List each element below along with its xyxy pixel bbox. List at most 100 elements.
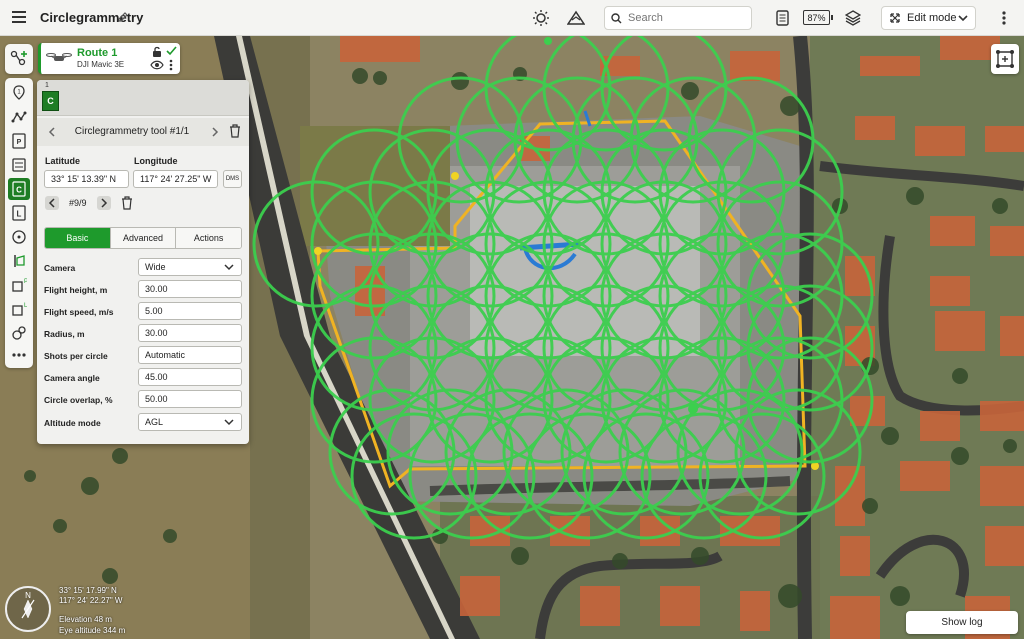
- camera-value: Wide: [145, 262, 166, 272]
- chevron-right-icon: [212, 127, 219, 137]
- cursor-latitude: 33° 15' 17.99" N: [59, 586, 117, 595]
- more-horizontal-icon[interactable]: [8, 344, 30, 366]
- shapes-icon[interactable]: [8, 322, 30, 344]
- building-l-icon[interactable]: L: [8, 298, 30, 320]
- radius-field[interactable]: 30.00: [138, 324, 242, 342]
- circlegrammetry-tool-icon[interactable]: C: [8, 178, 30, 200]
- circlegrammetry-panel: 1 C Circlegrammetry tool #1/1 Latitude L…: [37, 80, 249, 444]
- battery-indicator: 87%: [803, 10, 833, 25]
- camera-select[interactable]: Wide: [138, 258, 242, 276]
- cursor-longitude: 117° 24' 22.27" W: [59, 596, 123, 605]
- tab-basic[interactable]: Basic: [45, 228, 111, 248]
- dms-toggle-button[interactable]: DMS: [223, 170, 242, 188]
- route-node-icon: [996, 50, 1014, 68]
- add-route-button[interactable]: [5, 44, 33, 74]
- terrain-icon[interactable]: [565, 7, 587, 29]
- latitude-field[interactable]: 33° 15' 13.39" N: [44, 170, 129, 188]
- add-waypoint-button[interactable]: [991, 44, 1019, 74]
- search-icon: [611, 12, 622, 23]
- point-prev-button[interactable]: [45, 196, 59, 210]
- elevation-readout: Elevation 48 m Eye altitude 344 m: [59, 614, 125, 636]
- route-more-icon[interactable]: [169, 59, 173, 71]
- search-box[interactable]: [604, 6, 752, 30]
- top-bar: Circlegrammetry 87% Edit mode: [0, 0, 1024, 36]
- chevron-left-icon: [48, 198, 55, 208]
- svg-text:P: P: [17, 139, 22, 146]
- longitude-field[interactable]: 117° 24' 27.25" W: [133, 170, 218, 188]
- trash-icon[interactable]: [229, 124, 241, 138]
- linear-tool-icon[interactable]: L: [8, 202, 30, 224]
- facade-icon[interactable]: [8, 250, 30, 272]
- svg-text:P: P: [24, 279, 27, 285]
- chevron-down-icon: [224, 264, 234, 271]
- document-icon[interactable]: [773, 7, 791, 29]
- mode-label: Edit mode: [907, 12, 957, 24]
- circle-overlap-field[interactable]: 50.00: [138, 390, 242, 408]
- unlock-icon[interactable]: [152, 46, 162, 57]
- thumb-index: 1: [45, 82, 49, 89]
- settings-tabs: Basic Advanced Actions: [44, 227, 242, 249]
- drone-model: DJI Mavic 3E: [77, 60, 125, 69]
- chevron-right-icon: [101, 198, 108, 208]
- circle-overlap-label: Circle overlap, %: [44, 395, 113, 405]
- altitude-mode-select[interactable]: AGL: [138, 413, 242, 431]
- compass-north: N: [25, 591, 31, 600]
- battery-level: 87%: [807, 12, 826, 23]
- route-add-icon: [10, 50, 27, 66]
- svg-text:1: 1: [17, 90, 21, 96]
- grid-icon[interactable]: [8, 154, 30, 176]
- route-name: Route 1: [77, 47, 118, 59]
- svg-text:C: C: [16, 186, 22, 195]
- waypoint-icon[interactable]: 1: [8, 82, 30, 104]
- tool-header: Circlegrammetry tool #1/1: [37, 118, 249, 146]
- svg-text:L: L: [17, 210, 22, 219]
- shots-per-circle-label: Shots per circle: [44, 351, 108, 361]
- orbit-icon[interactable]: [8, 226, 30, 248]
- eye-icon[interactable]: [150, 60, 164, 70]
- building-p-icon[interactable]: P: [8, 274, 30, 296]
- flight-speed-label: Flight speed, m/s: [44, 307, 114, 317]
- more-vertical-icon[interactable]: [996, 7, 1012, 29]
- tab-advanced[interactable]: Advanced: [110, 228, 177, 248]
- camera-label: Camera: [44, 263, 76, 273]
- tool-thumbnail-strip: 1 C: [37, 80, 249, 116]
- elevation: Elevation 48 m: [59, 615, 112, 624]
- point-counter: #9/9: [69, 198, 87, 208]
- camera-angle-field[interactable]: 45.00: [138, 368, 242, 386]
- layers-icon[interactable]: [843, 7, 863, 29]
- compass[interactable]: N: [5, 586, 51, 632]
- altitude-mode-value: AGL: [145, 417, 164, 427]
- tool-thumbnail[interactable]: C: [42, 91, 59, 111]
- shots-per-circle-field[interactable]: Automatic: [138, 346, 242, 364]
- chevron-left-icon: [48, 127, 55, 137]
- cursor-coordinates: 33° 15' 17.99" N 117° 24' 22.27" W: [59, 586, 122, 606]
- point-next-button[interactable]: [97, 196, 111, 210]
- route-card[interactable]: Route 1 DJI Mavic 3E: [38, 43, 180, 74]
- point-trash-icon[interactable]: [121, 196, 133, 210]
- check-icon[interactable]: [166, 46, 177, 56]
- flight-height-label: Flight height, m: [44, 285, 108, 295]
- show-log-button[interactable]: Show log: [906, 611, 1018, 634]
- flight-speed-field[interactable]: 5.00: [138, 302, 242, 320]
- tab-actions[interactable]: Actions: [176, 228, 241, 248]
- menu-icon[interactable]: [8, 6, 30, 28]
- tool-title: Circlegrammetry tool #1/1: [74, 126, 190, 137]
- mode-select[interactable]: Edit mode: [881, 6, 976, 30]
- latitude-label: Latitude: [45, 156, 80, 166]
- svg-text:L: L: [24, 303, 27, 309]
- search-input[interactable]: [628, 12, 738, 24]
- chevron-down-icon: [958, 15, 968, 22]
- photogrammetry-icon[interactable]: P: [8, 130, 30, 152]
- sun-icon[interactable]: [530, 7, 552, 29]
- tool-next-button[interactable]: [207, 124, 223, 140]
- flight-height-field[interactable]: 30.00: [138, 280, 242, 298]
- radius-label: Radius, m: [44, 329, 85, 339]
- polyline-icon[interactable]: [8, 106, 30, 128]
- edit-mode-icon: [890, 13, 900, 23]
- pencil-icon[interactable]: [116, 9, 130, 25]
- longitude-label: Longitude: [134, 156, 178, 166]
- chevron-down-icon: [224, 419, 234, 426]
- tool-prev-button[interactable]: [44, 124, 60, 140]
- drone-icon: [46, 53, 72, 61]
- camera-angle-label: Camera angle: [44, 373, 100, 383]
